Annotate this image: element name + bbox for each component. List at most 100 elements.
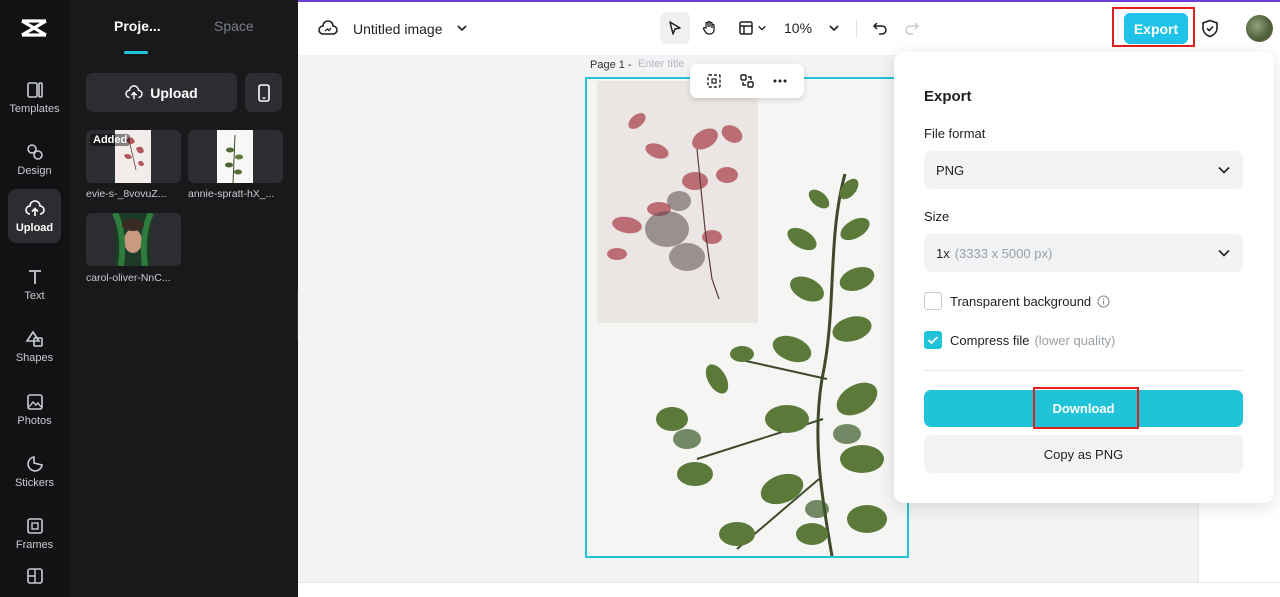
shapes-icon: [25, 330, 43, 347]
more-options-icon[interactable]: [772, 73, 788, 89]
upload-button[interactable]: Upload: [86, 73, 237, 112]
hand-icon: [702, 20, 715, 35]
compress-file-option[interactable]: Compress file (lower quality): [924, 331, 1115, 349]
sidebar-item-label: Text: [24, 289, 45, 302]
sidebar-item-templates[interactable]: Templates: [8, 70, 61, 124]
phone-icon: [257, 83, 270, 102]
sidebar-item-label: Design: [17, 164, 52, 177]
transparent-background-label: Transparent background: [950, 293, 1092, 309]
tab-space[interactable]: Space: [214, 18, 254, 34]
page-title-input[interactable]: Enter title: [638, 58, 696, 73]
sidebar-item-label: Photos: [17, 414, 52, 427]
checkmark-icon: [927, 336, 939, 345]
toolbar-divider: [856, 20, 857, 38]
file-format-value: PNG: [936, 162, 965, 178]
user-avatar[interactable]: [1246, 15, 1273, 42]
design-icon: [26, 143, 43, 160]
upload-cloud-icon: [125, 84, 143, 99]
sidebar-item-more[interactable]: [8, 566, 61, 596]
templates-icon: [26, 81, 43, 98]
asset-thumbnail-annie[interactable]: [188, 130, 283, 183]
upload-cloud-icon: [24, 199, 45, 216]
capcut-logo-icon[interactable]: [19, 15, 49, 41]
export-highlight-box: [1112, 7, 1195, 47]
select-area-icon[interactable]: [706, 73, 722, 89]
replace-icon[interactable]: [739, 73, 755, 89]
tab-projects[interactable]: Proje...: [114, 18, 161, 34]
chevron-down-icon: [829, 25, 839, 32]
upload-from-phone-button[interactable]: [245, 73, 282, 112]
size-label: Size: [924, 209, 950, 224]
asset-image: [112, 213, 154, 266]
canvas-floating-toolbar: [690, 64, 804, 98]
panel-tabs: Proje... Space: [70, 0, 298, 54]
layout-menu-button[interactable]: [734, 12, 770, 44]
cloud-sync-icon[interactable]: [318, 20, 338, 36]
size-detail: (3333 x 5000 px): [954, 245, 1053, 261]
page-label: Page 1 -: [590, 59, 632, 71]
compress-file-label: Compress file: [950, 332, 1030, 348]
chevron-down-icon: [1218, 249, 1230, 257]
compress-file-detail: (lower quality): [1034, 332, 1116, 348]
sidebar-item-label: Shapes: [15, 351, 54, 364]
size-select[interactable]: 1x (3333 x 5000 px): [924, 234, 1243, 272]
bottom-toolbar: [298, 582, 1280, 597]
download-highlight-box: [1033, 387, 1139, 429]
sidebar-item-frames[interactable]: Frames: [8, 506, 61, 560]
asset-name: annie-spratt-hX_...: [188, 188, 275, 200]
sidebar-item-label: Frames: [15, 538, 54, 551]
added-badge: Added: [90, 134, 131, 146]
info-icon[interactable]: [1097, 294, 1110, 308]
file-format-select[interactable]: PNG: [924, 151, 1243, 189]
canvas-artwork-image[interactable]: [587, 79, 907, 556]
zoom-dropdown[interactable]: 10%: [782, 12, 842, 44]
chevron-down-icon: [757, 25, 766, 31]
sidebar-item-photos[interactable]: Photos: [8, 382, 61, 436]
compress-file-checkbox[interactable]: [924, 331, 942, 349]
canvas-page[interactable]: [585, 77, 909, 558]
upload-button-label: Upload: [150, 84, 198, 101]
sidebar-item-label: Templates: [9, 102, 60, 115]
sidebar-item-label: Stickers: [14, 476, 55, 489]
undo-button[interactable]: [868, 12, 892, 44]
left-sidebar: Templates Design Upload Text Shapes Phot…: [0, 0, 70, 597]
text-icon: [28, 269, 41, 284]
export-panel: Export File format PNG Size 1x (3333 x 5…: [894, 52, 1274, 503]
copy-as-png-button[interactable]: Copy as PNG: [924, 435, 1243, 473]
chevron-down-icon: [1218, 166, 1230, 174]
sidebar-item-upload[interactable]: Upload: [8, 189, 61, 243]
sidebar-item-design[interactable]: Design: [8, 132, 61, 186]
transparent-background-option[interactable]: Transparent background: [924, 292, 1110, 310]
export-panel-divider: [924, 370, 1243, 371]
asset-name: evie-s-_8vovuZ...: [86, 188, 167, 200]
pointer-icon: [669, 21, 681, 35]
select-tool-button[interactable]: [660, 12, 690, 44]
assets-panel: Proje... Space Upload Added evie-s-_8vov…: [70, 0, 298, 597]
transparent-background-checkbox[interactable]: [924, 292, 942, 310]
asset-thumbnail-evie[interactable]: Added: [86, 130, 181, 183]
size-value: 1x: [936, 245, 950, 261]
sidebar-item-label: Upload: [15, 221, 54, 234]
hand-tool-button[interactable]: [694, 12, 724, 44]
asset-image: [217, 130, 253, 183]
frames-icon: [26, 517, 43, 534]
stickers-icon: [26, 455, 43, 472]
grid-icon: [26, 568, 43, 584]
document-title[interactable]: Untitled image: [353, 21, 443, 37]
sidebar-item-stickers[interactable]: Stickers: [8, 444, 61, 498]
asset-thumbnail-carol[interactable]: [86, 213, 181, 266]
shield-check-icon[interactable]: [1201, 19, 1219, 38]
zoom-level: 10%: [784, 20, 813, 36]
chevron-down-icon[interactable]: [456, 24, 468, 32]
export-panel-title: Export: [924, 88, 972, 105]
active-tab-indicator: [124, 51, 148, 54]
undo-icon: [872, 22, 887, 35]
sidebar-item-text[interactable]: Text: [8, 257, 61, 311]
redo-icon: [905, 22, 920, 35]
asset-name: carol-oliver-NnC...: [86, 272, 171, 284]
photos-icon: [26, 393, 43, 410]
layout-icon: [738, 21, 753, 35]
file-format-label: File format: [924, 126, 986, 141]
sidebar-item-shapes[interactable]: Shapes: [8, 319, 61, 373]
redo-button[interactable]: [900, 12, 924, 44]
